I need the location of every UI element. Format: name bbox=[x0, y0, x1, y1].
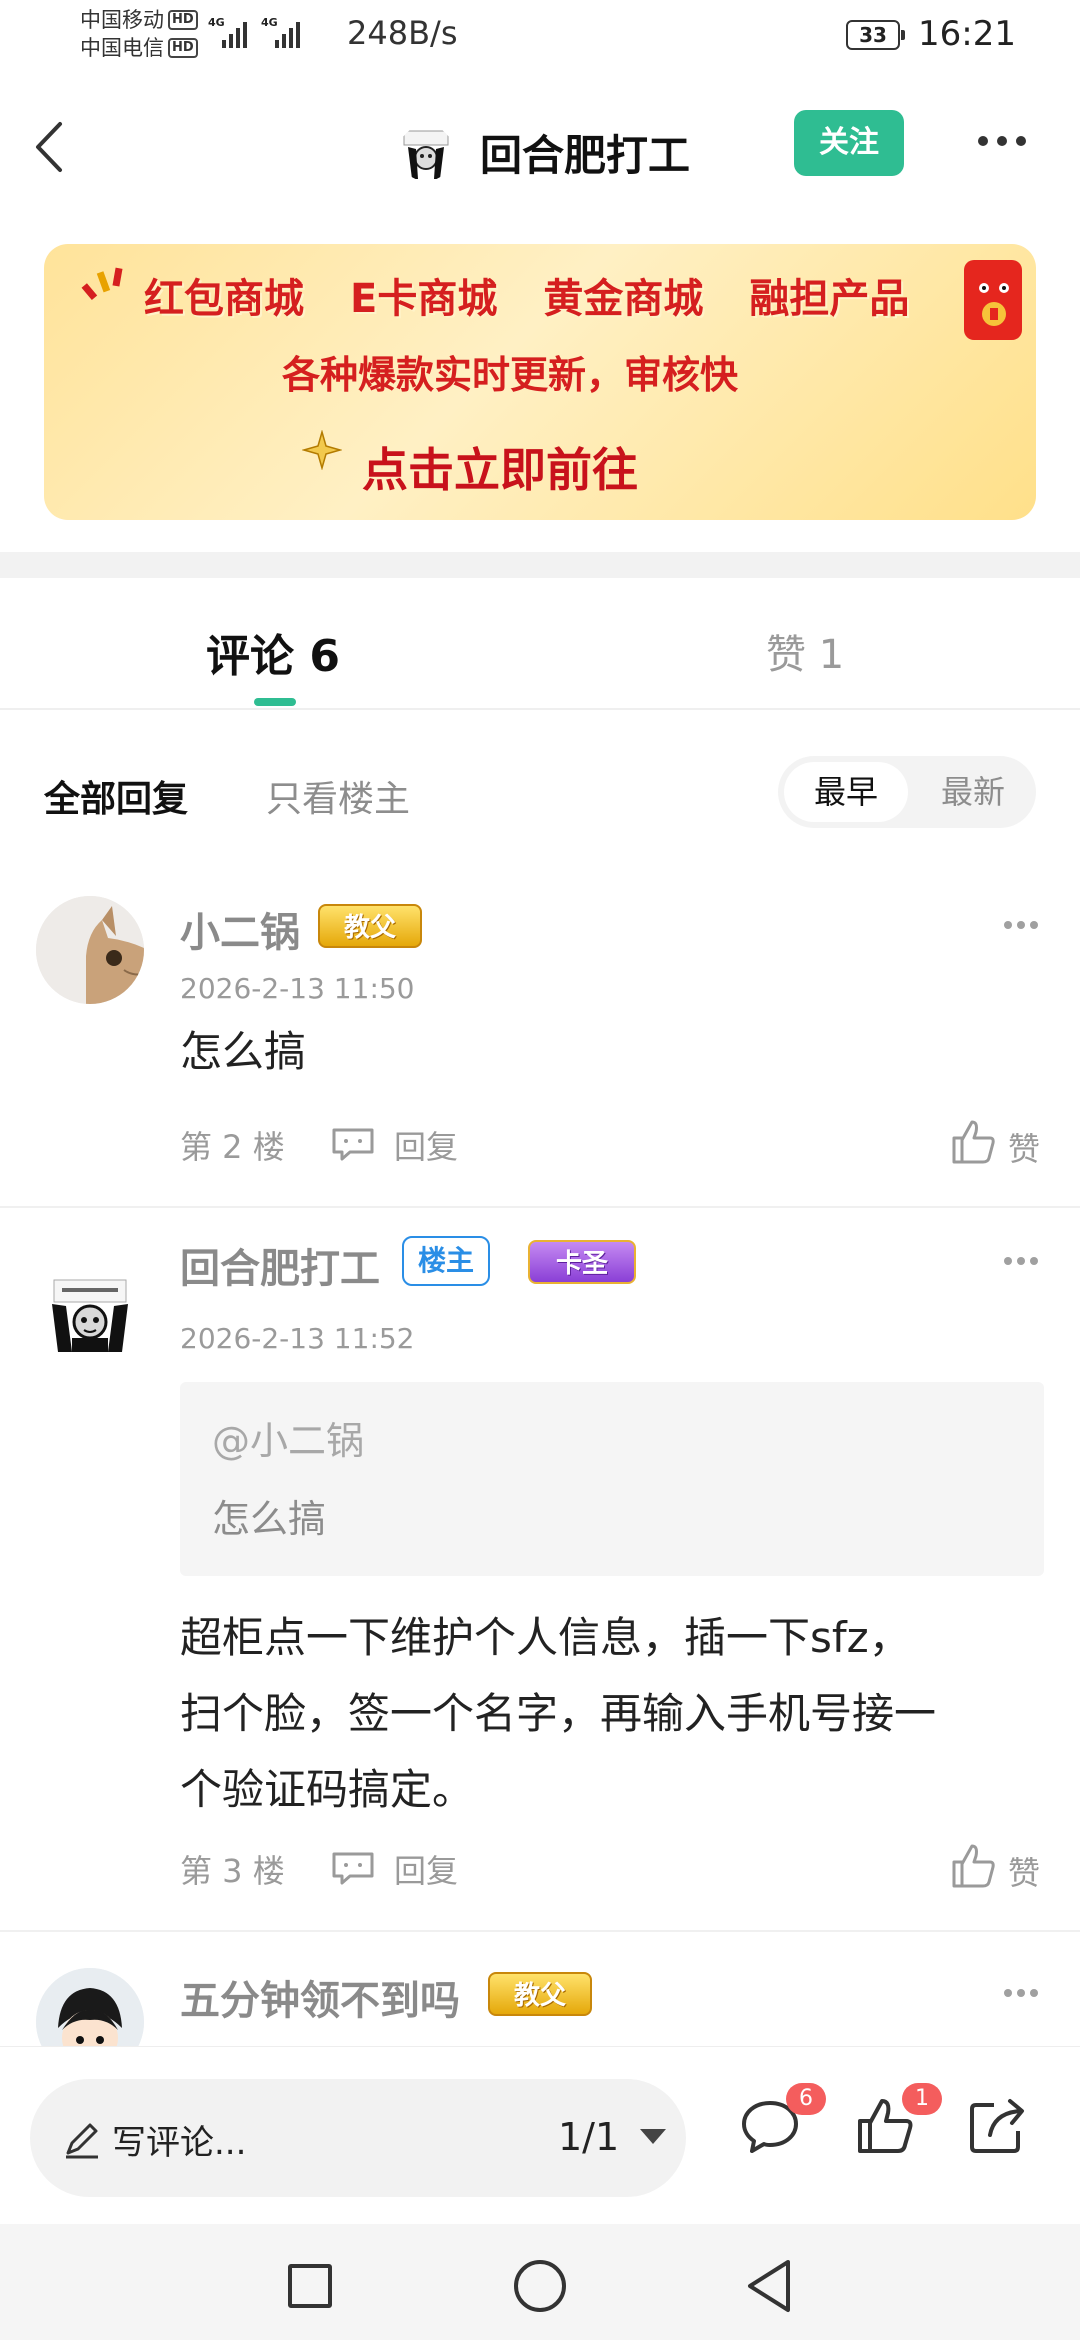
comment-more-icon[interactable] bbox=[1004, 918, 1040, 932]
sort-toggle: 最早 最新 bbox=[778, 756, 1036, 828]
write-comment-input[interactable]: 写评论... 1/1 bbox=[30, 2079, 686, 2197]
reply-button[interactable]: 回复 bbox=[394, 1122, 458, 1168]
signal-icon: 4G bbox=[208, 16, 247, 48]
user-avatar[interactable] bbox=[36, 1968, 144, 2046]
comment-text: 怎么搞 bbox=[180, 1027, 307, 1076]
banner-subtitle: 各种爆款实时更新，审核快 bbox=[281, 353, 738, 397]
comment-time: 2026-2-13 11:52 bbox=[180, 1322, 415, 1355]
signal-icons: 4G 4G bbox=[208, 16, 300, 48]
comment-more-icon[interactable] bbox=[1004, 1254, 1040, 1268]
signal-icon: 4G bbox=[261, 16, 300, 48]
tab-comments[interactable]: 评论 6 bbox=[206, 620, 340, 684]
promo-banner[interactable]: 红包商城 E卡商城 黄金商城 融担产品 各种爆款实时更新，审核快 点击立即前往 bbox=[44, 244, 1036, 520]
rays-decoration-icon bbox=[81, 267, 123, 301]
reply-icon[interactable] bbox=[330, 1126, 376, 1162]
system-nav-bar bbox=[0, 2224, 1080, 2340]
comment-item: 小二锅 教父 2026-2-13 11:50 怎么搞 第 2 楼 回复 赞 bbox=[0, 872, 1080, 1208]
more-options-icon[interactable] bbox=[978, 126, 1038, 156]
battery-icon: 33 bbox=[846, 20, 905, 50]
reply-button[interactable]: 回复 bbox=[394, 1846, 458, 1892]
recent-apps-icon[interactable] bbox=[288, 2264, 332, 2308]
quoted-text: 怎么搞 bbox=[212, 1497, 327, 1541]
op-badge: 楼主 bbox=[402, 1236, 490, 1286]
page-indicator[interactable]: 1/1 bbox=[558, 2115, 619, 2159]
filter-all-replies[interactable]: 全部回复 bbox=[44, 770, 188, 822]
banner-item-gold: 黄金商城 bbox=[543, 276, 704, 322]
comment-count-badge: 6 bbox=[786, 2083, 826, 2115]
status-bar: 中国移动 HD 中国电信 HD 4G 4G 248B/s 33 16:21 bbox=[0, 0, 1080, 72]
carrier-1: 中国移动 bbox=[80, 8, 164, 32]
filter-op-only[interactable]: 只看楼主 bbox=[266, 770, 410, 822]
clock: 16:21 bbox=[918, 14, 1016, 54]
comment-filter-bar: 全部回复 只看楼主 最早 最新 bbox=[0, 712, 1080, 872]
thumbs-up-icon[interactable] bbox=[950, 1118, 998, 1166]
user-avatar[interactable] bbox=[36, 1260, 144, 1368]
carrier-2: 中国电信 bbox=[80, 36, 164, 60]
banner-item-ecard: E卡商城 bbox=[350, 276, 498, 322]
comment-text-line: 超柜点一下维护个人信息，插一下sfz， bbox=[180, 1613, 911, 1662]
like-button[interactable]: 赞 bbox=[1008, 1124, 1040, 1170]
comment-text-line: 个验证码搞定。 bbox=[180, 1765, 475, 1814]
like-button[interactable]: 赞 bbox=[1008, 1848, 1040, 1894]
share-icon[interactable] bbox=[968, 2095, 1028, 2155]
quoted-comment[interactable]: @小二锅 怎么搞 bbox=[180, 1382, 1044, 1576]
sort-earliest-button[interactable]: 最早 bbox=[784, 762, 908, 822]
active-tab-indicator bbox=[254, 698, 296, 706]
tab-likes[interactable]: 赞 1 bbox=[766, 622, 844, 680]
reply-icon[interactable] bbox=[330, 1850, 376, 1886]
home-icon[interactable] bbox=[514, 2260, 566, 2312]
comment-item: 五分钟领不到吗 教父 bbox=[0, 1932, 1080, 2046]
nav-back-icon[interactable] bbox=[744, 2258, 794, 2314]
comment-text-line: 扫个脸，签一个名字，再输入手机号接一 bbox=[180, 1689, 937, 1738]
floor-number: 第 3 楼 bbox=[180, 1852, 285, 1890]
hd-badge: HD bbox=[168, 10, 198, 30]
comment-text: 超柜点一下维护个人信息，插一下sfz， 扫个脸，签一个名字，再输入手机号接一 个… bbox=[180, 1600, 1050, 1828]
carrier-info: 中国移动 HD 中国电信 HD bbox=[80, 6, 198, 62]
back-arrow-icon[interactable] bbox=[26, 112, 76, 182]
level-badge: 卡圣 bbox=[528, 1240, 636, 1284]
bottom-action-bar: 写评论... 1/1 6 1 bbox=[0, 2046, 1080, 2224]
page-title: 回合肥打工 bbox=[480, 131, 691, 180]
net-speed: 248B/s bbox=[347, 14, 458, 52]
section-divider bbox=[0, 552, 1080, 578]
banner-item-red-packet: 红包商城 bbox=[144, 276, 304, 322]
like-count-badge: 1 bbox=[902, 2083, 942, 2115]
follow-button[interactable]: 关注 bbox=[794, 110, 904, 176]
banner-item-finance: 融担产品 bbox=[749, 276, 910, 322]
banner-categories: 红包商城 E卡商城 黄金商城 融担产品 bbox=[144, 266, 909, 324]
comment-time: 2026-2-13 11:50 bbox=[180, 972, 415, 1005]
comment-author[interactable]: 五分钟领不到吗 bbox=[180, 1968, 460, 2026]
comment-like-tabs: 评论 6 赞 1 bbox=[0, 578, 1080, 710]
write-comment-placeholder: 写评论... bbox=[112, 2123, 247, 2163]
red-packet-mascot-icon bbox=[964, 260, 1022, 340]
pen-icon bbox=[66, 2123, 98, 2159]
author-avatar[interactable] bbox=[398, 125, 454, 181]
banner-cta: 点击立即前往 bbox=[362, 443, 638, 497]
floor-number: 第 2 楼 bbox=[180, 1128, 285, 1166]
chevron-down-icon[interactable] bbox=[640, 2129, 666, 2144]
level-badge: 教父 bbox=[488, 1972, 592, 2016]
comment-more-icon[interactable] bbox=[1004, 1986, 1040, 2000]
top-header: 回合肥打工 关注 bbox=[0, 92, 1080, 202]
comment-author[interactable]: 小二锅 bbox=[180, 900, 300, 958]
quoted-user: @小二锅 bbox=[212, 1419, 365, 1463]
thumbs-up-icon[interactable] bbox=[950, 1842, 998, 1890]
sort-newest-button[interactable]: 最新 bbox=[916, 762, 1030, 822]
comment-author[interactable]: 回合肥打工 bbox=[180, 1236, 380, 1294]
level-badge: 教父 bbox=[318, 904, 422, 948]
comment-item: 回合肥打工 楼主 卡圣 2026-2-13 11:52 @小二锅 怎么搞 超柜点… bbox=[0, 1208, 1080, 1932]
hd-badge: HD bbox=[168, 38, 198, 58]
user-avatar[interactable] bbox=[36, 896, 144, 1004]
